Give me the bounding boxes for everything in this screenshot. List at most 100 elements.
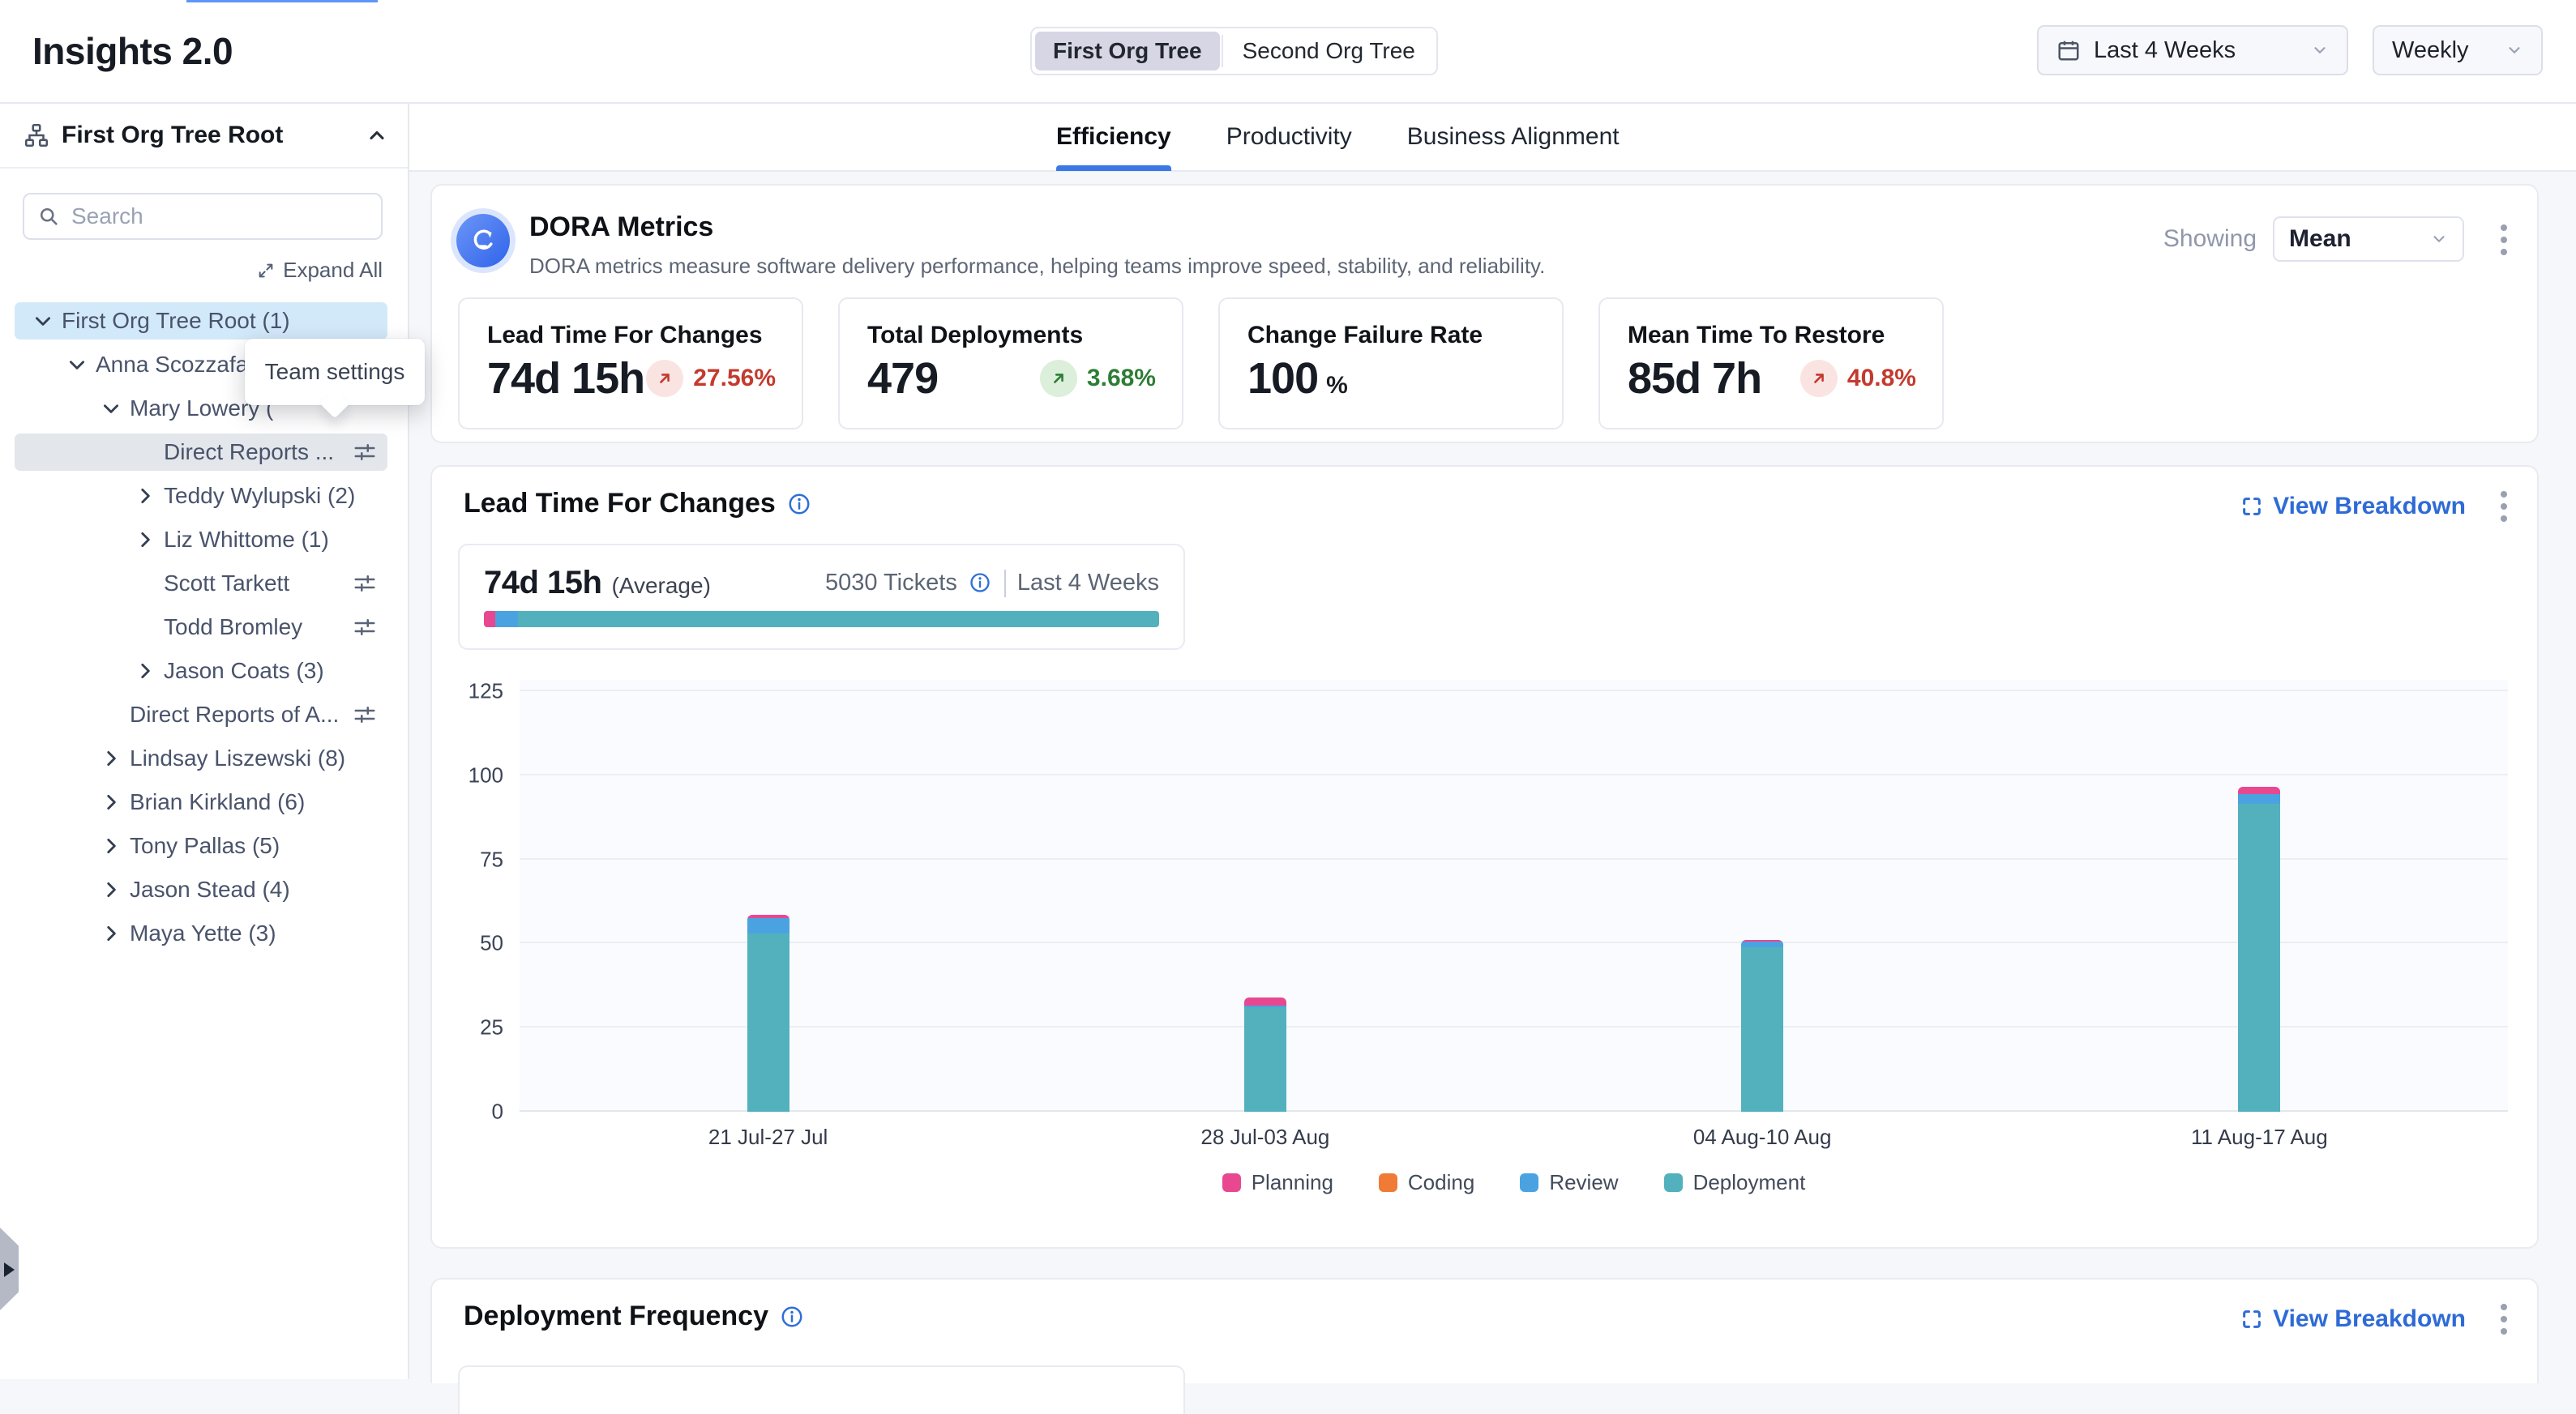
tree-item[interactable]: Direct Reports of A... — [0, 693, 408, 737]
expand-all-button[interactable]: Expand All — [0, 258, 383, 283]
view-breakdown-button[interactable]: View Breakdown — [2240, 493, 2466, 520]
delta-badge: 27.56% — [646, 360, 776, 397]
tree-item-label: Lindsay Liszewski (8) — [130, 745, 345, 771]
view-breakdown-button[interactable]: View Breakdown — [2240, 1305, 2466, 1333]
bar-segment-deployment — [1741, 947, 1783, 1112]
tree-item[interactable]: Lindsay Liszewski (8) — [0, 737, 408, 780]
expand-corners-icon — [2240, 495, 2263, 518]
dist-segment-review — [495, 611, 518, 627]
toggle-first-org-tree[interactable]: First Org Tree — [1035, 32, 1220, 70]
tree-item[interactable]: Jason Coats (3) — [0, 649, 408, 693]
expand-all-icon — [257, 262, 275, 280]
sidebar-search[interactable] — [23, 193, 383, 240]
legend-swatch — [1664, 1173, 1683, 1192]
deployment-summary-card — [458, 1365, 1185, 1414]
legend-swatch — [1379, 1173, 1397, 1192]
gridline — [520, 1026, 2508, 1027]
bar-21-jul-27-jul[interactable] — [747, 915, 789, 1112]
tab-efficiency[interactable]: Efficiency — [1056, 103, 1171, 171]
tree-item[interactable]: Jason Stead (4) — [0, 868, 408, 912]
granularity-dropdown[interactable]: Weekly — [2373, 25, 2543, 75]
chevron-right-icon[interactable] — [101, 748, 122, 769]
expand-all-label: Expand All — [283, 258, 383, 283]
showing-control: Showing Mean — [2163, 216, 2464, 262]
bar-segment-deployment — [747, 933, 789, 1112]
legend-label: Deployment — [1693, 1170, 1806, 1195]
tree-item[interactable]: Scott Tarkett — [0, 562, 408, 605]
tree-item-label: Scott Tarkett — [164, 570, 289, 596]
team-settings-icon[interactable] — [353, 615, 377, 639]
gridline — [520, 858, 2508, 860]
tab-productivity[interactable]: Productivity — [1226, 103, 1352, 171]
deployment-frequency-panel: Deployment Frequency View Breakdown — [430, 1278, 2539, 1383]
tree-item[interactable]: Maya Yette (3) — [0, 912, 408, 955]
calendar-icon — [2056, 38, 2081, 62]
lead-time-title: Lead Time For Changes — [464, 488, 776, 519]
tree-item-label: Teddy Wylupski (2) — [164, 483, 355, 509]
main-content: Efficiency Productivity Business Alignment… — [409, 104, 2576, 1379]
chart-legend: Planning Coding Review Deployment — [520, 1170, 2508, 1195]
lead-time-kebab-menu[interactable] — [2500, 491, 2508, 522]
search-input[interactable] — [71, 203, 368, 229]
tree-item[interactable]: Liz Whittome (1) — [0, 518, 408, 562]
chevron-right-icon[interactable] — [101, 792, 122, 813]
view-breakdown-label: View Breakdown — [2273, 1305, 2466, 1333]
chevron-right-icon[interactable] — [135, 660, 156, 681]
team-settings-icon[interactable] — [353, 703, 377, 727]
collapse-panel-icon[interactable] — [366, 124, 388, 147]
y-tick-label: 100 — [432, 763, 503, 788]
chevron-right-icon[interactable] — [101, 879, 122, 900]
tree-item[interactable]: Brian Kirkland (6) — [0, 780, 408, 824]
team-settings-tooltip: Team settings — [245, 339, 425, 405]
x-tick-label: 28 Jul-03 Aug — [1160, 1125, 1371, 1150]
gridline — [520, 774, 2508, 775]
y-tick-label: 50 — [432, 931, 503, 956]
chevron-down-icon — [2430, 230, 2448, 248]
chevron-right-icon[interactable] — [135, 485, 156, 506]
bar-04-aug-10-aug[interactable] — [1741, 940, 1783, 1112]
deployment-kebab-menu[interactable] — [2500, 1304, 2508, 1335]
info-icon[interactable] — [969, 571, 993, 596]
tree-item-label: Jason Coats (3) — [164, 658, 324, 684]
chevron-right-icon[interactable] — [101, 923, 122, 944]
info-icon[interactable] — [780, 1305, 804, 1329]
tree-item[interactable]: Teddy Wylupski (2) — [0, 474, 408, 518]
dora-stat-cards: Lead Time For Changes 74d 15h 27.56%Tota… — [458, 297, 1944, 429]
trend-up-icon — [1800, 360, 1838, 397]
stat-value: 85d 7h — [1628, 353, 1761, 404]
chevron-down-icon[interactable] — [101, 398, 122, 419]
chevron-down-icon[interactable] — [32, 310, 53, 331]
team-settings-icon[interactable] — [353, 571, 377, 596]
sidebar-title: First Org Tree Root — [62, 122, 366, 149]
tree-item[interactable]: First Org Tree Root (1) — [0, 299, 408, 343]
chevron-down-icon — [2311, 41, 2329, 59]
chevron-down-icon[interactable] — [66, 354, 88, 375]
date-range-value: Last 4 Weeks — [2094, 37, 2236, 64]
showing-value: Mean — [2289, 225, 2351, 253]
gridline — [520, 690, 2508, 691]
sidebar-header: First Org Tree Root — [0, 104, 408, 169]
stat-card-total-deployments: Total Deployments 479 3.68% — [838, 297, 1183, 429]
dora-kebab-menu[interactable] — [2500, 224, 2508, 255]
tree-item-label: Todd Bromley — [164, 614, 302, 640]
showing-dropdown[interactable]: Mean — [2273, 216, 2464, 262]
bar-11-aug-17-aug[interactable] — [2238, 787, 2280, 1112]
chevron-right-icon[interactable] — [101, 835, 122, 857]
delta-value: 3.68% — [1087, 365, 1156, 392]
dora-title: DORA Metrics — [529, 211, 713, 243]
chevron-right-icon[interactable] — [135, 529, 156, 550]
gridline — [520, 1110, 2508, 1112]
info-icon[interactable] — [787, 492, 811, 516]
tree-item[interactable]: Direct Reports ... — [0, 430, 408, 474]
team-settings-icon[interactable] — [353, 440, 377, 464]
tree-item[interactable]: Tony Pallas (5) — [0, 824, 408, 868]
bar-segment-review — [2238, 794, 2280, 804]
phase-distribution-bar — [484, 611, 1159, 627]
tree-item[interactable]: Todd Bromley — [0, 605, 408, 649]
tab-bar: Efficiency Productivity Business Alignment — [409, 104, 2576, 172]
bar-28-jul-03-aug[interactable] — [1244, 997, 1286, 1112]
tab-business-alignment[interactable]: Business Alignment — [1407, 103, 1620, 171]
date-range-dropdown[interactable]: Last 4 Weeks — [2037, 25, 2348, 75]
toggle-divider — [1222, 35, 1223, 67]
toggle-second-org-tree[interactable]: Second Org Tree — [1225, 32, 1433, 70]
